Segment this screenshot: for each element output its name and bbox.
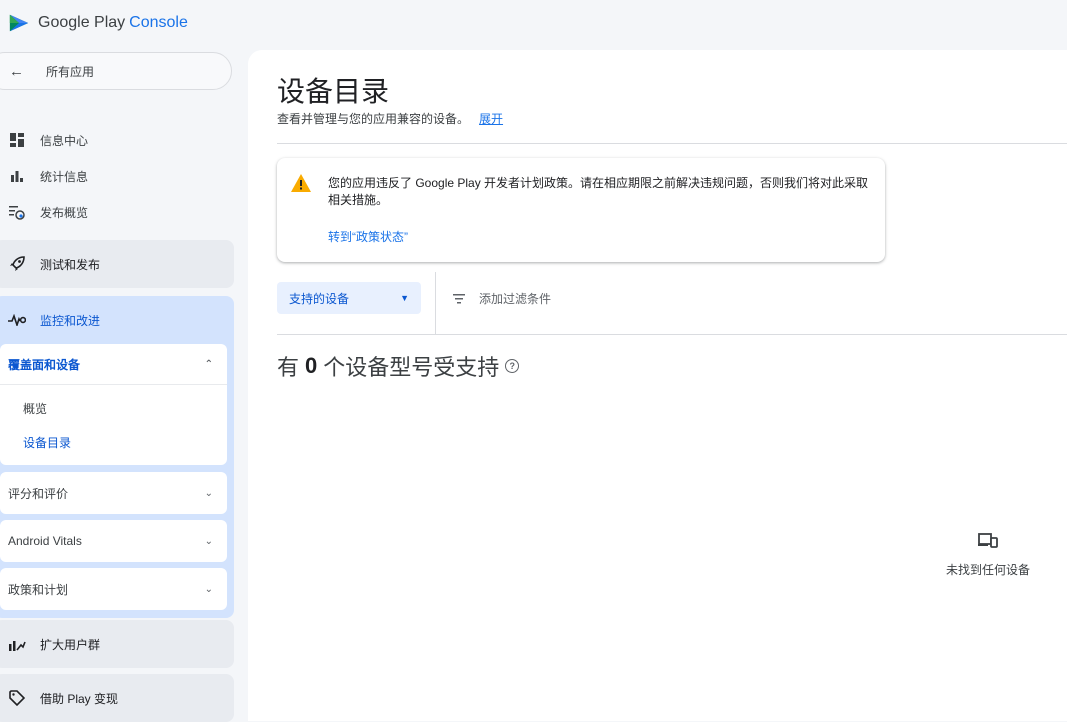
sidebar-item-test-release[interactable]: 测试和发布 bbox=[0, 240, 234, 288]
sidebar-item-release-overview[interactable]: 发布概览 bbox=[0, 194, 240, 230]
section-label: 覆盖面和设备 bbox=[8, 357, 81, 372]
sidebar-item-label: 信息中心 bbox=[40, 133, 89, 148]
subitem-label: 设备目录 bbox=[23, 435, 72, 450]
empty-state-text: 未找到任何设备 bbox=[945, 563, 1030, 577]
sidebar-group-grow: 扩大用户群 bbox=[0, 620, 234, 668]
count-suffix: 个设备型号受支持 bbox=[323, 355, 500, 380]
sidebar-item-grow-users[interactable]: 扩大用户群 bbox=[0, 620, 234, 668]
chevron-down-icon: ⌄ bbox=[204, 487, 213, 499]
section-label: Android Vitals bbox=[8, 534, 82, 548]
sidebar-item-label: 扩大用户群 bbox=[40, 637, 101, 652]
grow-users-icon bbox=[8, 636, 26, 652]
divider bbox=[277, 334, 1067, 335]
sidebar-group-monetize: 借助 Play 变现 bbox=[0, 674, 234, 722]
section-label: 评分和评价 bbox=[8, 486, 69, 501]
warning-icon bbox=[291, 174, 311, 192]
rocket-icon bbox=[8, 256, 26, 272]
brand-text: Google Play Console bbox=[38, 14, 188, 32]
subtitle-text: 查看并管理与您的应用兼容的设备。 bbox=[277, 112, 470, 126]
dropdown-value: 支持的设备 bbox=[289, 291, 350, 306]
sidebar-item-monetize[interactable]: 借助 Play 变现 bbox=[0, 674, 234, 722]
arrow-left-icon: ← bbox=[9, 62, 24, 80]
filter-icon bbox=[453, 293, 465, 303]
sidebar-subitem-device-catalog[interactable]: 设备目录 bbox=[0, 425, 227, 459]
add-filter-button[interactable]: 添加过滤条件 bbox=[453, 290, 551, 307]
divider bbox=[435, 272, 436, 334]
release-overview-icon bbox=[8, 204, 26, 220]
all-apps-button[interactable]: ← 所有应用 bbox=[0, 52, 232, 90]
devices-icon bbox=[978, 533, 998, 548]
section-label: 政策和计划 bbox=[8, 582, 69, 597]
dashboard-icon bbox=[8, 133, 26, 147]
page-subtitle: 查看并管理与您的应用兼容的设备。 展开 bbox=[277, 110, 503, 127]
caret-down-icon: ▼ bbox=[400, 293, 409, 303]
sidebar-group-test-release: 测试和发布 bbox=[0, 240, 234, 288]
section-toggle-reach-devices[interactable]: 覆盖面和设备 ⌃ bbox=[0, 344, 227, 385]
sidebar-section-android-vitals[interactable]: Android Vitals ⌄ bbox=[0, 520, 227, 562]
sidebar-group-monitor: 监控和改进 覆盖面和设备 ⌃ 概览 设备目录 评分和评价 ⌄ Android V… bbox=[0, 296, 234, 618]
alert-message: 您的应用违反了 Google Play 开发者计划政策。请在相应期限之前解决违规… bbox=[328, 176, 869, 207]
sidebar-item-label: 监控和改进 bbox=[40, 313, 101, 328]
sidebar-item-statistics[interactable]: 统计信息 bbox=[0, 158, 240, 194]
help-icon[interactable]: ? bbox=[505, 359, 520, 373]
sidebar-item-dashboard[interactable]: 信息中心 bbox=[0, 122, 240, 158]
sidebar-item-label: 发布概览 bbox=[40, 205, 89, 220]
chevron-down-icon: ⌄ bbox=[204, 535, 213, 547]
brand-name: Google Play bbox=[38, 14, 126, 31]
play-console-logo-icon bbox=[9, 14, 29, 32]
sidebar-subitem-overview[interactable]: 概览 bbox=[0, 391, 227, 425]
sidebar: Google Play Console ← 所有应用 信息中心 统计信息 发布概览 bbox=[0, 0, 240, 722]
main-content: 设备目录 查看并管理与您的应用兼容的设备。 展开 您的应用违反了 Google P… bbox=[248, 50, 1067, 721]
sidebar-section-ratings[interactable]: 评分和评价 ⌄ bbox=[0, 472, 227, 514]
expand-link[interactable]: 展开 bbox=[479, 112, 503, 126]
sidebar-section-reach-devices: 覆盖面和设备 ⌃ 概览 设备目录 bbox=[0, 344, 227, 465]
sidebar-item-monitor[interactable]: 监控和改进 bbox=[0, 296, 234, 344]
supported-device-count: 有 0 个设备型号受支持 ? bbox=[277, 350, 520, 382]
chevron-up-icon: ⌃ bbox=[204, 358, 213, 370]
pulse-icon bbox=[8, 314, 26, 326]
divider bbox=[277, 143, 1067, 144]
policy-alert: 您的应用违反了 Google Play 开发者计划政策。请在相应期限之前解决违规… bbox=[277, 158, 885, 262]
policy-status-link[interactable]: 转到“政策状态” bbox=[328, 228, 408, 245]
tag-icon bbox=[8, 690, 26, 706]
filter-bar: 支持的设备 ▼ 添加过滤条件 bbox=[277, 272, 1067, 334]
bar-chart-icon bbox=[8, 169, 26, 183]
count-number: 0 bbox=[305, 353, 318, 378]
empty-state: 未找到任何设备 bbox=[928, 532, 1048, 578]
all-apps-label: 所有应用 bbox=[46, 64, 95, 79]
brand-logo[interactable]: Google Play Console bbox=[8, 10, 188, 36]
sidebar-item-label: 借助 Play 变现 bbox=[40, 691, 119, 706]
subitem-label: 概览 bbox=[23, 401, 48, 416]
count-prefix: 有 bbox=[277, 355, 300, 380]
sidebar-item-label: 测试和发布 bbox=[40, 257, 101, 272]
sidebar-item-label: 统计信息 bbox=[40, 169, 89, 184]
brand-suffix: Console bbox=[129, 14, 188, 31]
sidebar-section-policy[interactable]: 政策和计划 ⌄ bbox=[0, 568, 227, 610]
device-filter-dropdown[interactable]: 支持的设备 ▼ bbox=[277, 282, 421, 314]
add-filter-label: 添加过滤条件 bbox=[479, 292, 552, 306]
page-title: 设备目录 bbox=[277, 76, 390, 107]
chevron-down-icon: ⌄ bbox=[204, 583, 213, 595]
